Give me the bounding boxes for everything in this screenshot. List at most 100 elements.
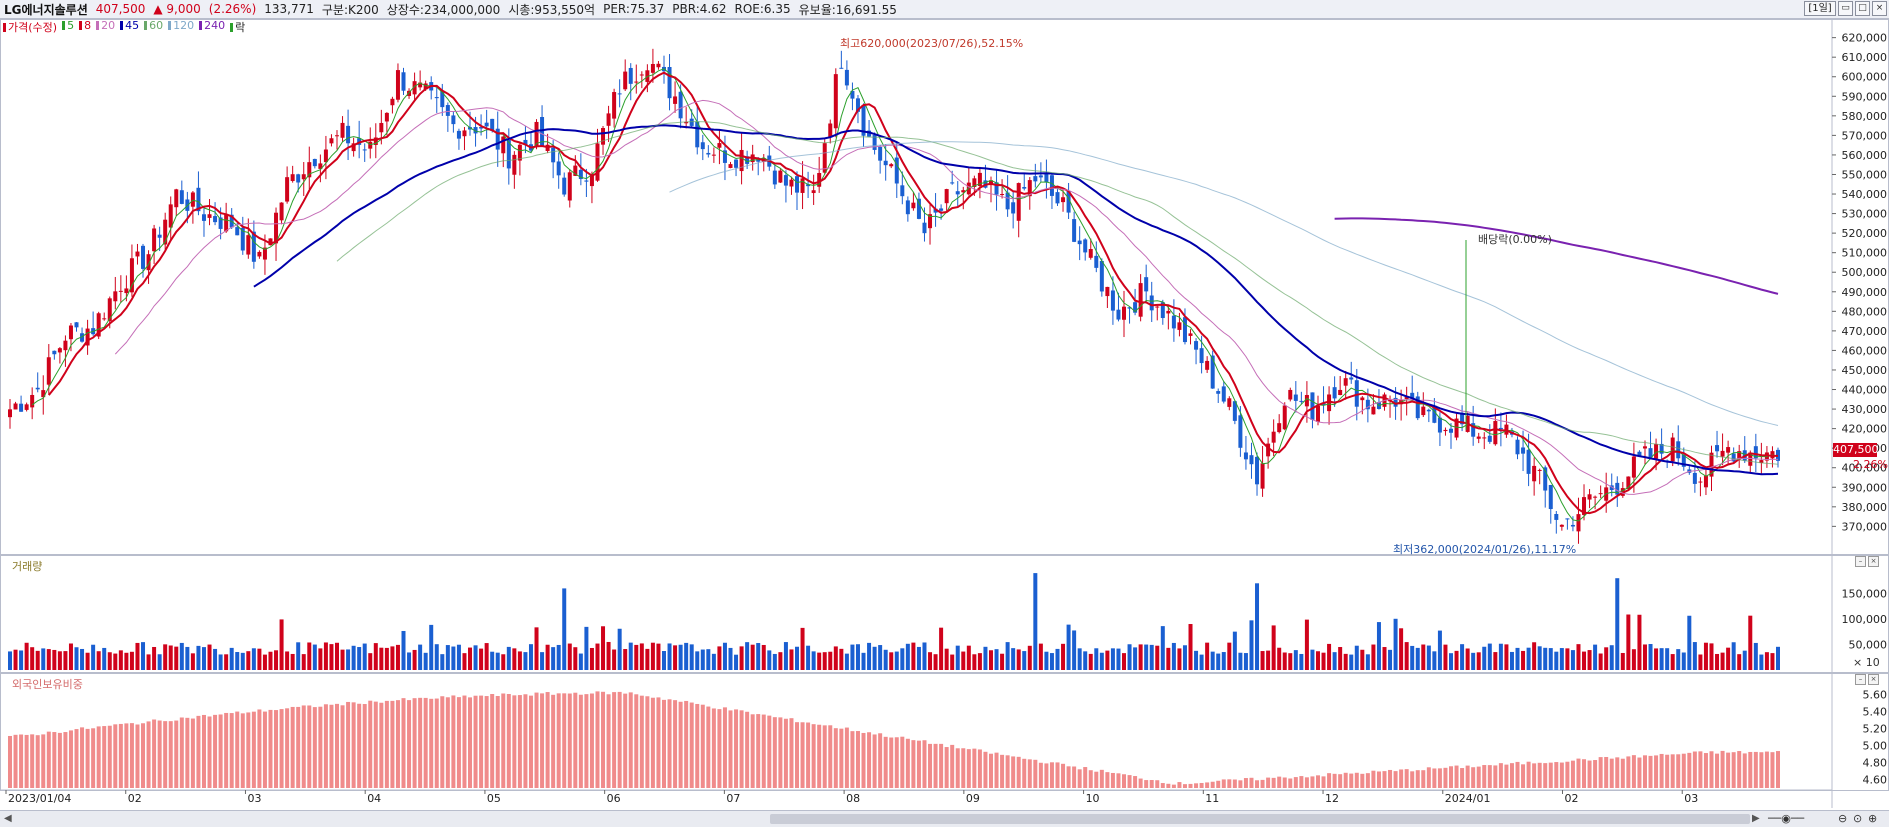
candle-body [1210, 355, 1215, 389]
zoom-slider-icon[interactable]: ──◉── [1768, 812, 1804, 825]
foreign-ownership-bar [141, 723, 146, 788]
volume-bar [30, 647, 35, 670]
volume-bar [19, 650, 24, 670]
volume-bar [1022, 651, 1027, 670]
candle-body [800, 178, 805, 193]
foreign-ownership-bar [1437, 768, 1442, 788]
foreign-ownership-bar [833, 728, 838, 788]
foreign-ownership-bar [168, 721, 173, 788]
volume-bar [1066, 624, 1071, 670]
zoom-reset-icon[interactable]: ⊙ [1853, 812, 1862, 825]
volume-bar [8, 651, 12, 670]
foreign-ownership-bar [1648, 755, 1653, 788]
candle-body [107, 298, 112, 322]
foreign-ownership-bar [1232, 779, 1237, 788]
scroll-right-icon[interactable]: ▶ [1752, 813, 1760, 824]
volume-bar [1437, 630, 1442, 670]
foreign-ownership-bar [1182, 784, 1187, 788]
candle-body [63, 340, 68, 351]
foreign-ownership-bar [1000, 754, 1005, 788]
chart-canvas[interactable]: 620,000 610,000 600,000 590,000 580,000 570,0… [0, 0, 1889, 826]
foreign-ownership-bar [1576, 758, 1581, 788]
volume-bar [1471, 652, 1476, 670]
foreign-ownership-bar [1659, 753, 1664, 788]
foreign-ownership-bar [778, 717, 783, 788]
volume-bar [772, 653, 777, 670]
volume-bar [1731, 642, 1736, 670]
candle-body [1692, 472, 1697, 484]
foreign-ownership-bar [91, 728, 96, 788]
candle-body [35, 387, 40, 390]
volume-panel-close-icon[interactable]: × [1868, 556, 1879, 567]
volume-bar [545, 644, 550, 670]
volume-bar [1188, 624, 1193, 670]
foreign-ownership-bar [1620, 758, 1625, 788]
candle-body [623, 71, 628, 90]
volume-bar [379, 647, 384, 670]
foreign-ownership-bar [1144, 780, 1149, 788]
volume-bar [279, 619, 284, 670]
volume-bar [323, 642, 328, 670]
candle-body [445, 105, 450, 116]
volume-bar [207, 644, 212, 670]
volume-bar [1000, 653, 1005, 670]
foreign-ownership-bar [1005, 755, 1010, 788]
candle-body [601, 128, 606, 145]
foreign-ownership-bar [201, 714, 206, 788]
volume-bar [1083, 651, 1088, 670]
candle-body [1182, 317, 1187, 343]
volume-bar [1742, 650, 1747, 670]
foreign-ownership-bar [190, 718, 195, 788]
volume-bar [107, 652, 112, 670]
price-tick-label: 480,000 [1842, 305, 1888, 318]
volume-bar [346, 649, 351, 670]
volume-bar [745, 642, 750, 670]
volume-bar [1299, 653, 1304, 670]
volume-bar [1609, 645, 1614, 670]
volume-bar [1243, 653, 1248, 670]
foreign-ownership-bar [440, 696, 445, 788]
foreign-ownership-bar [1515, 761, 1520, 788]
zoom-in-icon[interactable]: ⊕ [1868, 812, 1877, 825]
volume-bar [1703, 642, 1708, 670]
volume-bar [878, 645, 883, 670]
volume-bar [562, 588, 567, 670]
x-tick-label: 12 [1325, 792, 1339, 805]
scroll-thumb[interactable] [770, 814, 1750, 824]
horizontal-scrollbar[interactable]: ◀ ▶ ──◉── ⊖ ⊙ ⊕ [0, 810, 1889, 827]
candle-body [290, 174, 295, 182]
foreign-panel-minimize-icon[interactable]: – [1855, 674, 1866, 685]
volume-bar [1604, 647, 1609, 670]
volume-bar [1249, 620, 1254, 670]
zoom-out-icon[interactable]: ⊖ [1838, 812, 1847, 825]
volume-bar [1709, 643, 1714, 670]
candle-body [1698, 481, 1703, 483]
foreign-ownership-bar [1415, 770, 1420, 788]
volume-panel-minimize-icon[interactable]: – [1855, 556, 1866, 567]
x-tick-label: 02 [128, 792, 142, 805]
volume-bar [939, 627, 944, 670]
foreign-tick-label: 5.40 [1863, 706, 1888, 719]
volume-bar [1304, 619, 1309, 670]
candle-body [307, 162, 312, 178]
candle-body [201, 214, 206, 221]
scroll-left-icon[interactable]: ◀ [4, 813, 12, 824]
foreign-panel-close-icon[interactable]: × [1868, 674, 1879, 685]
foreign-ownership-bar [1171, 784, 1176, 788]
volume-bar [861, 652, 866, 670]
candle-body [379, 122, 384, 133]
candle-body [1587, 494, 1592, 500]
foreign-ownership-bar [573, 692, 578, 788]
volume-bar [872, 646, 877, 670]
foreign-ownership-bar [1565, 761, 1570, 788]
volume-bar [1133, 647, 1138, 670]
foreign-ownership-bar [1476, 766, 1481, 788]
volume-bar [523, 652, 528, 670]
candle-body [1110, 290, 1115, 311]
volume-bar [185, 646, 190, 670]
candle-body [1282, 405, 1287, 430]
foreign-ownership-bar [1665, 754, 1670, 788]
foreign-ownership-bar [163, 721, 168, 788]
price-tick-label: 420,000 [1842, 423, 1888, 436]
foreign-ownership-bar [1449, 766, 1454, 788]
